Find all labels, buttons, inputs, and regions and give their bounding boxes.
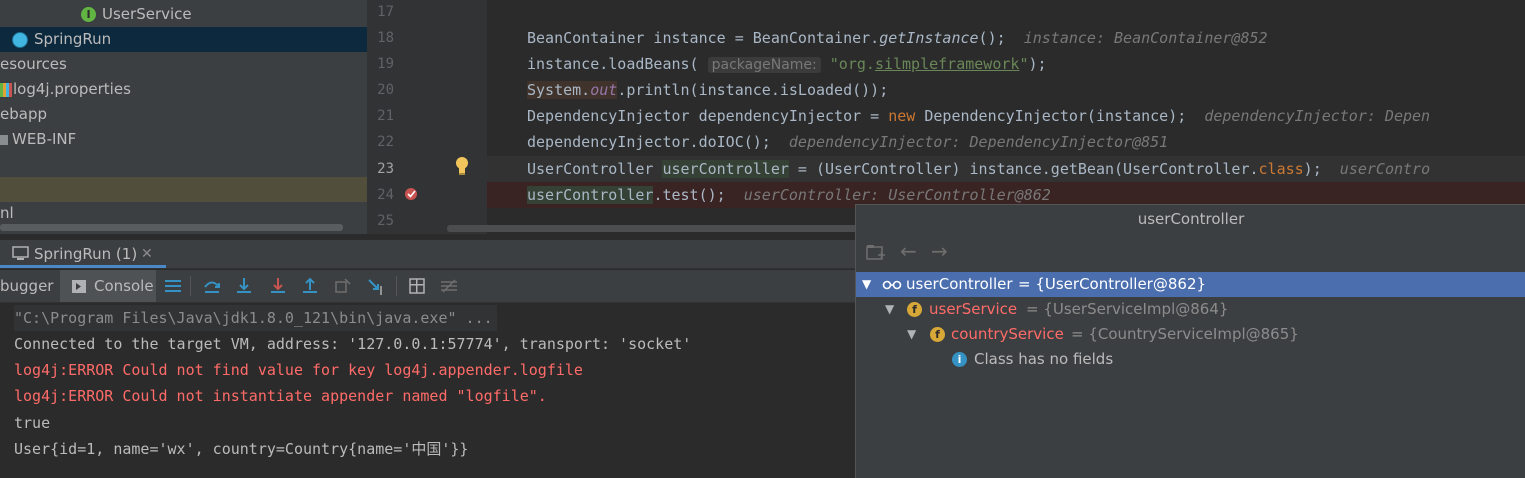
toolbar-separator bbox=[396, 276, 397, 296]
line-number: 18 bbox=[377, 30, 394, 46]
run-to-cursor-icon[interactable] bbox=[366, 276, 386, 296]
expand-arrow-icon[interactable]: ▼ bbox=[885, 297, 894, 322]
inline-debug-value: userController: UserController@862 bbox=[743, 186, 1051, 204]
tree-item-springrun[interactable]: SpringRun bbox=[0, 27, 367, 52]
variable-row-countryservice[interactable]: ▼ f countryService = {CountryServiceImpl… bbox=[856, 322, 1525, 347]
force-step-into-icon[interactable] bbox=[268, 276, 288, 296]
tree-item-web-inf[interactable]: WEB-INF bbox=[0, 127, 367, 152]
back-arrow-icon[interactable]: ← bbox=[900, 239, 917, 263]
info-icon: i bbox=[952, 352, 967, 367]
step-out-icon[interactable] bbox=[300, 276, 320, 296]
console-line: User{id=1, name='wx', country=Country{na… bbox=[14, 440, 469, 458]
variable-row-userservice[interactable]: ▼ f userService = {UserServiceImpl@864} bbox=[856, 297, 1525, 322]
popup-toolbar: ← → bbox=[856, 233, 1525, 271]
field-icon: f bbox=[930, 327, 945, 342]
close-icon[interactable]: ✕ bbox=[141, 240, 153, 268]
inline-debug-value: dependencyInjector: Depen bbox=[1204, 107, 1431, 125]
popup-title: userController bbox=[1137, 210, 1245, 228]
debug-toolbar: bugger Console bbox=[0, 270, 855, 303]
tab-debugger[interactable]: bugger bbox=[0, 270, 53, 302]
folder-icon bbox=[0, 135, 8, 145]
debug-session-label: SpringRun (1) bbox=[34, 245, 138, 263]
expand-arrow-icon[interactable]: ▼ bbox=[862, 272, 871, 297]
tree-item-xml[interactable]: nl bbox=[0, 201, 367, 226]
field-icon: f bbox=[907, 302, 922, 317]
tree-item-label: SpringRun bbox=[34, 30, 112, 48]
code-line-23: UserController userController = (UserCon… bbox=[487, 156, 1525, 182]
variable-row-usercontroller[interactable]: ▼ userController = {UserController@862} bbox=[856, 272, 1525, 297]
expand-arrow-icon[interactable]: ▼ bbox=[907, 322, 916, 347]
inline-debug-value: instance: BeanContainer@852 bbox=[1023, 29, 1268, 47]
console-line: log4j:ERROR Could not find value for key… bbox=[14, 361, 583, 379]
tree-item-label: ebapp bbox=[0, 105, 47, 123]
line-number: 22 bbox=[377, 134, 394, 150]
drop-frame-icon[interactable] bbox=[333, 276, 353, 296]
variable-name: userController bbox=[906, 275, 1013, 293]
console-icon bbox=[72, 280, 86, 293]
step-over-icon[interactable] bbox=[202, 276, 222, 296]
inline-debug-value: userContro bbox=[1339, 160, 1431, 178]
tree-item-userservice[interactable]: I UserService bbox=[0, 2, 367, 27]
run-config-icon bbox=[12, 246, 29, 260]
tree-item-label: nl bbox=[0, 204, 14, 222]
variable-row-info: i Class has no fields bbox=[856, 347, 1525, 372]
code-line-20: System.out.println(instance.isLoaded()); bbox=[527, 81, 889, 99]
line-number: 19 bbox=[377, 56, 394, 72]
info-message: Class has no fields bbox=[974, 350, 1114, 368]
line-number: 23 bbox=[377, 161, 394, 177]
parameter-hint: packageName: bbox=[707, 57, 821, 73]
code-line-19: instance.loadBeans( packageName: "org.si… bbox=[527, 55, 1047, 73]
line-number: 21 bbox=[377, 108, 394, 124]
threads-list-icon[interactable] bbox=[163, 276, 183, 296]
evaluate-expression-icon[interactable] bbox=[407, 276, 427, 296]
console-line: true bbox=[14, 414, 51, 432]
tree-item-label: WEB-INF bbox=[12, 130, 77, 148]
debug-session-tab[interactable]: SpringRun (1) ✕ bbox=[0, 240, 166, 268]
trace-stream-icon[interactable] bbox=[439, 276, 459, 296]
step-into-icon[interactable] bbox=[234, 276, 254, 296]
variable-value: = {CountryServiceImpl@865} bbox=[1071, 325, 1299, 343]
console-output[interactable]: "C:\Program Files\Java\jdk1.8.0_121\bin\… bbox=[0, 303, 855, 478]
tree-item-label: log4j.properties bbox=[13, 80, 131, 98]
tree-item-log4j-properties[interactable]: log4j.properties bbox=[0, 77, 367, 102]
project-tree: I UserService SpringRun esources log4j.p… bbox=[0, 0, 367, 234]
tree-horizontal-scrollbar[interactable] bbox=[0, 224, 343, 231]
lightbulb-icon[interactable] bbox=[454, 156, 470, 176]
debug-session-tabbar: SpringRun (1) ✕ bbox=[0, 240, 855, 269]
code-editor[interactable]: BeanContainer instance = BeanContainer.g… bbox=[487, 0, 1525, 234]
console-line: Connected to the target VM, address: '12… bbox=[14, 335, 692, 353]
line-number: 25 bbox=[377, 213, 394, 229]
spring-run-class-icon bbox=[12, 32, 28, 48]
line-number: 17 bbox=[377, 4, 394, 20]
console-tab-label: Console bbox=[94, 277, 154, 295]
variable-inspection-popup: userController ← → ▼ userController = {U… bbox=[855, 204, 1525, 478]
console-line: log4j:ERROR Could not instantiate append… bbox=[14, 387, 547, 405]
editor-horizontal-scrollbar[interactable] bbox=[447, 225, 857, 232]
properties-file-icon bbox=[0, 83, 12, 97]
console-line: "C:\Program Files\Java\jdk1.8.0_121\bin\… bbox=[14, 305, 497, 331]
line-number: 20 bbox=[377, 82, 394, 98]
variable-value: = {UserController@862} bbox=[1018, 275, 1207, 293]
tab-console[interactable]: Console bbox=[60, 270, 156, 302]
code-line-21: DependencyInjector dependencyInjector = … bbox=[527, 107, 1431, 125]
new-watch-icon[interactable] bbox=[866, 244, 886, 262]
tree-item-highlighted[interactable] bbox=[0, 177, 367, 202]
tree-item-label: esources bbox=[0, 55, 67, 73]
code-line-18: BeanContainer instance = BeanContainer.g… bbox=[527, 29, 1268, 47]
tree-item-webapp[interactable]: ebapp bbox=[0, 102, 367, 127]
forward-arrow-icon[interactable]: → bbox=[931, 239, 948, 263]
tree-item-label: UserService bbox=[102, 5, 192, 23]
tree-item-resources[interactable]: esources bbox=[0, 52, 367, 77]
variable-name: userService bbox=[929, 300, 1018, 318]
code-line-22: dependencyInjector.doIOC(); dependencyIn… bbox=[527, 133, 1169, 151]
variable-value: = {UserServiceImpl@864} bbox=[1026, 300, 1229, 318]
inline-debug-value: dependencyInjector: DependencyInjector@8… bbox=[788, 133, 1169, 151]
breakpoint-icon[interactable] bbox=[404, 187, 418, 201]
toolbar-separator bbox=[190, 276, 191, 296]
variable-name: countryService bbox=[951, 325, 1064, 343]
line-number: 24 bbox=[377, 187, 394, 203]
editor-gutter: 17 18 19 20 21 22 23 24 25 bbox=[367, 0, 487, 234]
watch-glasses-icon bbox=[882, 280, 902, 290]
interface-icon: I bbox=[81, 7, 96, 22]
